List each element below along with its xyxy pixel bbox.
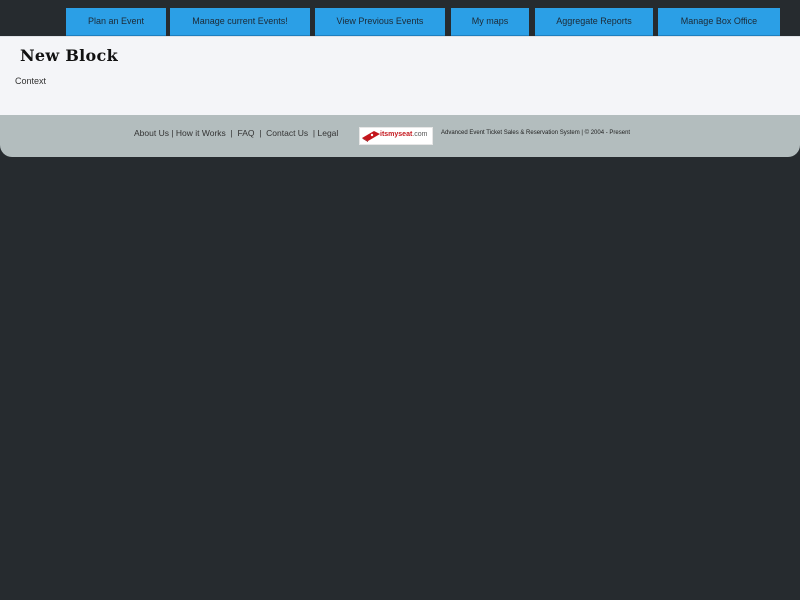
footer-link-faq[interactable]: FAQ: [237, 128, 254, 138]
nav-plan-an-event-button[interactable]: Plan an Event: [66, 8, 166, 36]
nav-manage-current-events-button[interactable]: Manage current Events!: [170, 8, 310, 36]
footer-separator: |: [225, 128, 238, 138]
footer-separator: |: [168, 128, 176, 138]
footer-link-legal[interactable]: Legal: [317, 128, 338, 138]
nav-my-maps-button[interactable]: My maps: [451, 8, 529, 36]
itsmyseat-logo[interactable]: itsmyseat.com: [359, 127, 433, 145]
block-text: Context: [15, 76, 47, 86]
logo-name: itsmyseat: [380, 131, 413, 138]
footer: About Us | How it Works | FAQ | Contact …: [0, 115, 800, 157]
ticket-icon: [362, 131, 380, 142]
footer-link-about-us[interactable]: About Us: [134, 128, 169, 138]
footer-links: About Us | How it Works | FAQ | Contact …: [134, 128, 338, 138]
footer-link-contact-us[interactable]: Contact Us: [266, 128, 308, 138]
nav-aggregate-reports-button[interactable]: Aggregate Reports: [535, 8, 653, 36]
footer-tagline: Advanced Event Ticket Sales & Reservatio…: [441, 130, 631, 136]
block-title: New Block: [20, 46, 118, 65]
logo-tld: .com: [412, 131, 428, 138]
content-panel: New Block Context: [0, 36, 800, 115]
nav-view-previous-events-button[interactable]: View Previous Events: [315, 8, 445, 36]
nav-manage-box-office-button[interactable]: Manage Box Office: [658, 8, 780, 36]
footer-separator: |: [254, 128, 267, 138]
footer-link-how-it-works[interactable]: How it Works: [176, 128, 226, 138]
top-navigation: Plan an Event Manage current Events! Vie…: [0, 0, 800, 36]
logo-text: itsmyseat.com: [380, 131, 427, 138]
